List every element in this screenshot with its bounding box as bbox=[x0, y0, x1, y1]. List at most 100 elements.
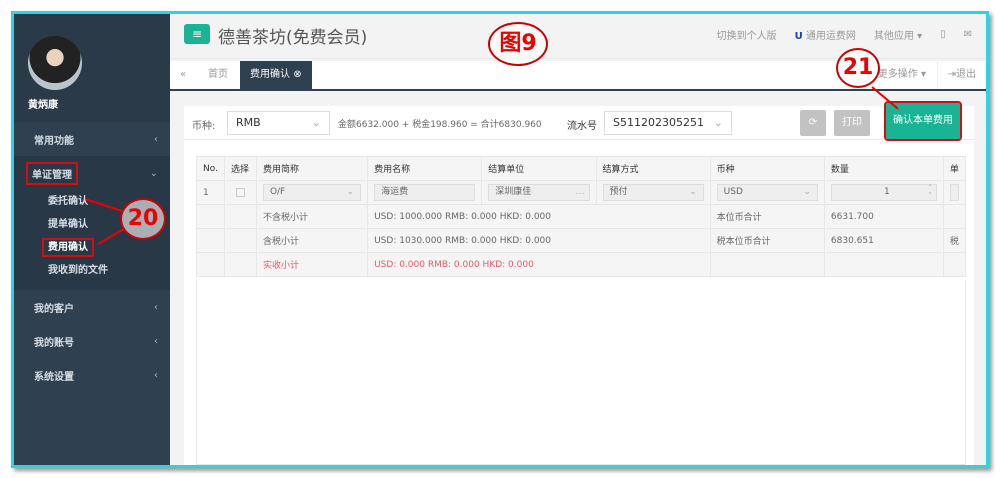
stepper-arrows-icon[interactable]: ˄ ˅ bbox=[928, 184, 932, 200]
switch-personal-link[interactable]: 切换到个人版 bbox=[717, 27, 777, 42]
base-total-value: 6631.700 bbox=[823, 204, 944, 229]
chevron-down-icon: ⌄ bbox=[149, 167, 158, 179]
currency-cell-value: USD bbox=[723, 187, 743, 197]
col-method: 结算方式 bbox=[595, 156, 711, 181]
tab-home[interactable]: 首页 bbox=[198, 61, 238, 89]
checkbox-icon bbox=[235, 188, 245, 197]
currency-label: 币种: bbox=[192, 121, 216, 132]
page-title: 德善茶坊(免费会员) bbox=[218, 28, 368, 48]
toolbar: 币种: RMB ⌄ 金额6632.000 + 税金198.960 = 合计6830… bbox=[184, 101, 974, 141]
subtotal-value: USD: 1030.000 RMB: 0.000 HKD: 0.000 bbox=[367, 228, 711, 253]
short-select[interactable]: O/F ⌄ bbox=[262, 184, 362, 201]
method-select[interactable]: 预付 ⌄ bbox=[602, 184, 704, 201]
currency-cell-select[interactable]: USD ⌄ bbox=[716, 184, 818, 201]
u-logo-icon: U bbox=[794, 31, 803, 42]
base-total-label bbox=[709, 252, 825, 277]
user-name: 黄炳康 bbox=[28, 100, 58, 111]
close-icon[interactable]: ⊗ bbox=[293, 69, 301, 80]
base-total-label: 税本位币合计 bbox=[709, 228, 825, 253]
subtotal-extra: 税 bbox=[942, 228, 967, 253]
serial-select[interactable]: S511202305251 ⌄ bbox=[604, 111, 732, 135]
figure-annotation: 图9 bbox=[488, 22, 548, 66]
col-price: 单 bbox=[942, 156, 967, 181]
other-apps-label: 其他应用 bbox=[873, 31, 914, 42]
serial-label: 流水号 bbox=[567, 121, 597, 132]
sidebar-item-common[interactable]: 常用功能 ‹ bbox=[14, 122, 170, 156]
content-panel: 币种: RMB ⌄ 金额6632.000 + 税金198.960 = 合计6830… bbox=[184, 101, 974, 465]
chevron-down-icon: ⌄ bbox=[689, 187, 697, 197]
freight-link-label: 通用运费网 bbox=[805, 31, 856, 42]
print-button[interactable]: 打印 bbox=[834, 110, 870, 136]
subtotal-extra bbox=[942, 252, 967, 277]
sidebar-item-settings[interactable]: 系统设置 ‹ bbox=[14, 358, 170, 392]
mobile-icon[interactable]: ▯ bbox=[940, 29, 946, 40]
subtotal-label: 含税小计 bbox=[255, 228, 369, 253]
subtotal-label: 实收小计 bbox=[255, 252, 369, 277]
subtotal-value: USD: 1000.000 RMB: 0.000 HKD: 0.000 bbox=[367, 204, 711, 229]
col-unit: 结算单位 bbox=[481, 156, 597, 181]
other-apps-dropdown[interactable]: 其他应用 ▾ bbox=[874, 27, 922, 42]
chevron-down-icon: ⌄ bbox=[311, 116, 321, 129]
sidebar-item-label: 系统设置 bbox=[34, 371, 74, 383]
chevron-down-icon: ⌄ bbox=[346, 187, 355, 197]
sidebar-item-label: 费用确认 bbox=[42, 238, 94, 257]
row-checkbox[interactable] bbox=[223, 180, 257, 205]
unit-value: 深圳康佳 bbox=[495, 187, 532, 197]
tab-label: 费用确认 bbox=[250, 69, 290, 80]
row-no: 1 bbox=[196, 180, 225, 205]
base-total-label: 本位币合计 bbox=[709, 204, 825, 229]
unit-input[interactable]: 深圳康佳 … bbox=[488, 184, 590, 201]
refresh-icon: ⟳ bbox=[808, 117, 818, 128]
avatar[interactable] bbox=[28, 36, 82, 90]
subtotal-value: USD: 0.000 RMB: 0.000 HKD: 0.000 bbox=[367, 252, 711, 277]
mail-icon[interactable]: ✉ bbox=[964, 29, 972, 40]
sidebar-item-label: 我的账号 bbox=[34, 337, 74, 349]
more-actions-label: 更多操作 bbox=[877, 69, 918, 80]
fee-table: No. 选择 费用简称 费用名称 结算单位 结算方式 币种 数量 单 1 O/F… bbox=[196, 156, 967, 277]
sidebar-subitem-files[interactable]: 我收到的文件 bbox=[14, 259, 170, 282]
qty-stepper[interactable]: 1 ˄ ˅ bbox=[830, 184, 937, 201]
logout-icon: ⇥ bbox=[947, 69, 956, 80]
name-input[interactable]: 海运费 bbox=[374, 184, 476, 201]
tab-fee-confirm[interactable]: 费用确认 ⊗ bbox=[240, 61, 312, 89]
sidebar-item-label: 我的客户 bbox=[34, 303, 74, 315]
chevron-left-icon: ‹ bbox=[154, 133, 158, 145]
sidebar-item-customers[interactable]: 我的客户 ‹ bbox=[14, 290, 170, 324]
amount-summary: 金额6632.000 + 税金198.960 = 合计6830.960 bbox=[338, 120, 542, 130]
subtotal-row: 含税小计 USD: 1030.000 RMB: 0.000 HKD: 0.000… bbox=[196, 228, 967, 253]
subtotal-label: 不含税小计 bbox=[255, 204, 369, 229]
subtotal-row: 实收小计 USD: 0.000 RMB: 0.000 HKD: 0.000 bbox=[196, 252, 967, 277]
logout-label: 退出 bbox=[956, 69, 976, 80]
step-20-annotation: 20 bbox=[120, 198, 166, 240]
sidebar-item-account[interactable]: 我的账号 ‹ bbox=[14, 324, 170, 358]
table-row: 1 O/F ⌄ 海运费 深圳康佳 … 预付 ⌄ USD ⌄ 1 ˄ ˅ bbox=[196, 180, 967, 205]
menu-toggle-button[interactable]: ≡ bbox=[184, 24, 210, 44]
freight-link[interactable]: U 通用运费网 bbox=[795, 27, 856, 42]
chevron-down-icon: ⌄ bbox=[713, 116, 723, 129]
currency-select[interactable]: RMB ⌄ bbox=[227, 111, 330, 135]
base-total-value: 6830.651 bbox=[823, 228, 944, 253]
price-input[interactable] bbox=[949, 184, 959, 201]
chevron-left-icon: ‹ bbox=[154, 335, 158, 347]
sidebar-item-label: 常用功能 bbox=[34, 135, 74, 147]
refresh-button[interactable]: ⟳ bbox=[800, 110, 826, 136]
col-qty: 数量 bbox=[823, 156, 944, 181]
col-no: No. bbox=[196, 156, 225, 181]
serial-value: S511202305251 bbox=[613, 116, 704, 129]
chevron-down-icon: ⌄ bbox=[803, 187, 811, 197]
currency-value: RMB bbox=[236, 116, 261, 129]
table-header: No. 选择 费用简称 费用名称 结算单位 结算方式 币种 数量 单 bbox=[196, 156, 967, 181]
method-value: 预付 bbox=[609, 187, 628, 197]
ellipsis-icon[interactable]: … bbox=[576, 185, 585, 200]
base-total-value bbox=[823, 252, 944, 277]
logout-button[interactable]: ⇥退出 bbox=[936, 61, 986, 89]
chevron-left-icon: ‹ bbox=[154, 369, 158, 381]
subtotal-extra bbox=[942, 204, 967, 229]
subtotal-row: 不含税小计 USD: 1000.000 RMB: 0.000 HKD: 0.00… bbox=[196, 204, 967, 229]
sidebar-item-documents[interactable]: 单证管理 ⌄ bbox=[14, 156, 170, 190]
table-body-empty bbox=[196, 280, 966, 465]
sidebar-item-label: 单证管理 bbox=[26, 161, 78, 185]
col-short: 费用简称 bbox=[255, 156, 369, 181]
tab-scroll-left-icon[interactable]: « bbox=[170, 61, 196, 89]
chevron-left-icon: ‹ bbox=[154, 301, 158, 313]
